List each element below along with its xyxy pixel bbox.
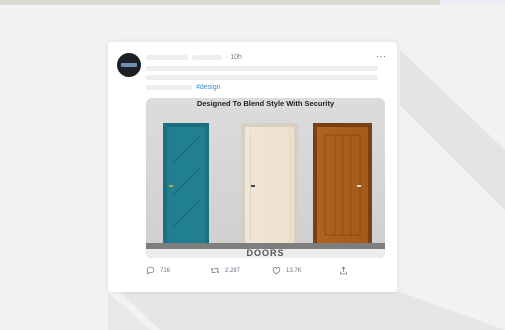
tweet-text-blurred-1 — [146, 66, 378, 71]
retweet-icon — [210, 267, 220, 274]
door-teal-pattern — [172, 136, 200, 228]
like-count: 13.7K — [286, 267, 302, 274]
tweet-text-blurred-2 — [146, 75, 378, 80]
door-cream-lines — [250, 133, 291, 241]
share-icon — [340, 266, 347, 275]
post-time: · 10h — [226, 54, 242, 61]
retweet-button[interactable]: 2,287 — [210, 266, 240, 275]
heart-icon — [272, 267, 281, 275]
reply-count: 716 — [160, 267, 171, 274]
share-button[interactable] — [339, 266, 348, 275]
retweet-count: 2,287 — [225, 267, 241, 274]
avatar-logo — [121, 63, 137, 67]
door-teal — [163, 123, 209, 245]
more-icon[interactable]: ··· — [376, 51, 387, 61]
tweet-text-blurred-3 — [146, 85, 192, 90]
door-cream — [241, 123, 298, 245]
handle-blurred — [192, 55, 222, 60]
door-wood — [313, 123, 372, 245]
comment-icon — [146, 266, 155, 275]
hashtag-link[interactable]: #design — [196, 84, 221, 91]
tweet-card[interactable]: · 10h ··· #design Designed To Blend Styl… — [108, 42, 397, 292]
like-button[interactable]: 13.7K — [272, 266, 302, 275]
media-title: Designed To Blend Style With Security — [196, 99, 335, 108]
reply-button[interactable]: 716 — [146, 266, 170, 275]
tweet-media-image[interactable]: Designed To Blend Style With Security DO… — [146, 98, 385, 258]
avatar[interactable] — [117, 53, 141, 77]
display-name-blurred — [146, 55, 188, 60]
media-brand-text: DOORS — [246, 248, 285, 258]
